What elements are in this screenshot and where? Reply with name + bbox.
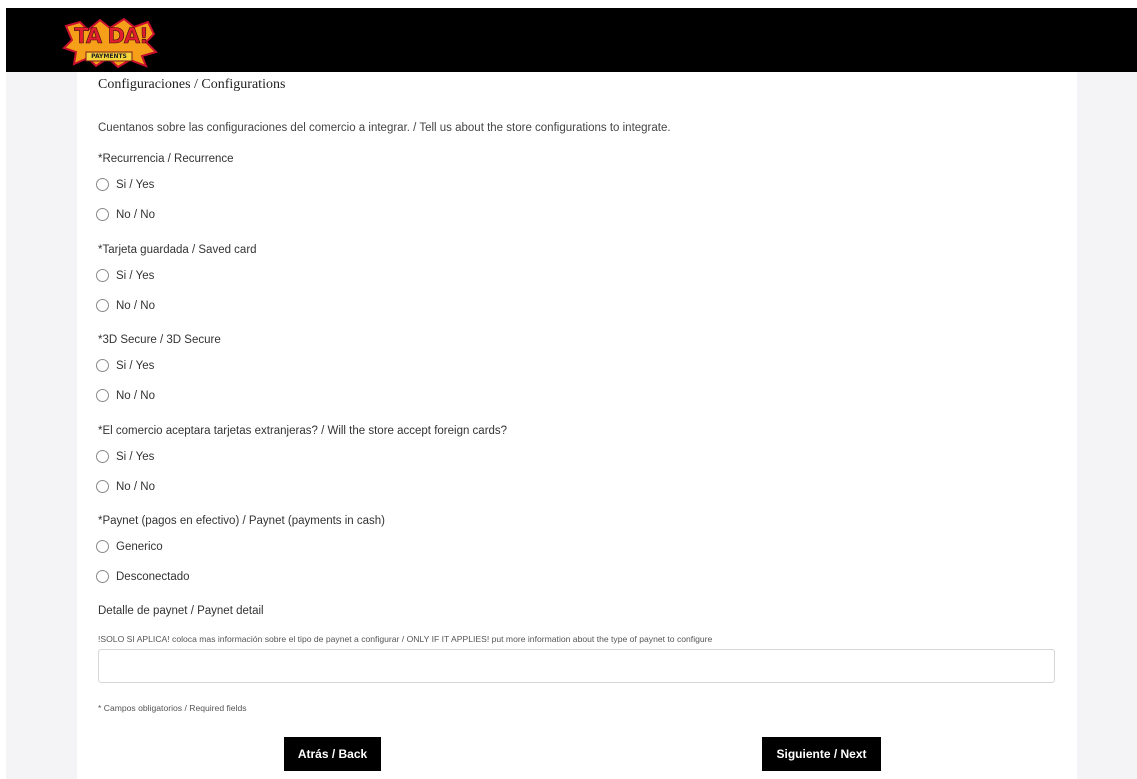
top-header-bar <box>6 8 1137 72</box>
radio-icon[interactable] <box>96 540 109 553</box>
intro-text: Cuentanos sobre las configuraciones del … <box>98 122 671 134</box>
paynet-generico-option[interactable]: Generico <box>96 540 163 553</box>
radio-icon[interactable] <box>96 389 109 402</box>
logo-text: TA DA! <box>74 24 149 49</box>
recurrence-no-option[interactable]: No / No <box>96 208 155 221</box>
radio-icon[interactable] <box>96 299 109 312</box>
logo-subtext: PAYMENTS <box>91 53 127 60</box>
question-recurrence-label: *Recurrencia / Recurrence <box>98 153 234 165</box>
option-label: No / No <box>116 208 155 221</box>
option-label: No / No <box>116 480 155 493</box>
foreign-cards-yes-option[interactable]: Si / Yes <box>96 450 154 463</box>
paynet-desconectado-option[interactable]: Desconectado <box>96 570 190 583</box>
option-label: No / No <box>116 389 155 402</box>
paynet-detail-help-text: !SOLO SI APLICA! coloca mas información … <box>98 634 713 644</box>
option-label: Si / Yes <box>116 359 155 372</box>
foreign-cards-no-option[interactable]: No / No <box>96 480 155 493</box>
option-label: Si / Yes <box>116 450 155 463</box>
next-button[interactable]: Siguiente / Next <box>762 737 881 771</box>
option-label: Si / Yes <box>116 178 155 191</box>
section-title: Configuraciones / Configurations <box>98 77 286 92</box>
question-paynet-label: *Paynet (pagos en efectivo) / Paynet (pa… <box>98 515 386 527</box>
radio-icon[interactable] <box>96 570 109 583</box>
option-label: Si / Yes <box>116 269 155 282</box>
question-foreign-cards-label: *El comercio aceptara tarjetas extranjer… <box>98 425 508 437</box>
paynet-detail-label: Detalle de paynet / Paynet detail <box>98 605 264 617</box>
required-fields-note: * Campos obligatorios / Required fields <box>98 703 247 713</box>
3d-secure-yes-option[interactable]: Si / Yes <box>96 359 154 372</box>
radio-icon[interactable] <box>96 208 109 221</box>
paynet-detail-input[interactable] <box>98 649 1055 683</box>
radio-icon[interactable] <box>96 269 109 282</box>
saved-card-yes-option[interactable]: Si / Yes <box>96 269 154 282</box>
3d-secure-no-option[interactable]: No / No <box>96 389 155 402</box>
saved-card-no-option[interactable]: No / No <box>96 299 155 312</box>
recurrence-yes-option[interactable]: Si / Yes <box>96 178 154 191</box>
radio-icon[interactable] <box>96 480 109 493</box>
option-label: Generico <box>116 540 163 553</box>
question-3d-secure-label: *3D Secure / 3D Secure <box>98 334 221 346</box>
radio-icon[interactable] <box>96 359 109 372</box>
option-label: Desconectado <box>116 570 190 583</box>
tada-logo[interactable]: TA DA! PAYMENTS <box>62 17 158 69</box>
radio-icon[interactable] <box>96 178 109 191</box>
option-label: No / No <box>116 299 155 312</box>
back-button[interactable]: Atrás / Back <box>284 737 381 771</box>
radio-icon[interactable] <box>96 450 109 463</box>
question-saved-card-label: *Tarjeta guardada / Saved card <box>98 244 257 256</box>
